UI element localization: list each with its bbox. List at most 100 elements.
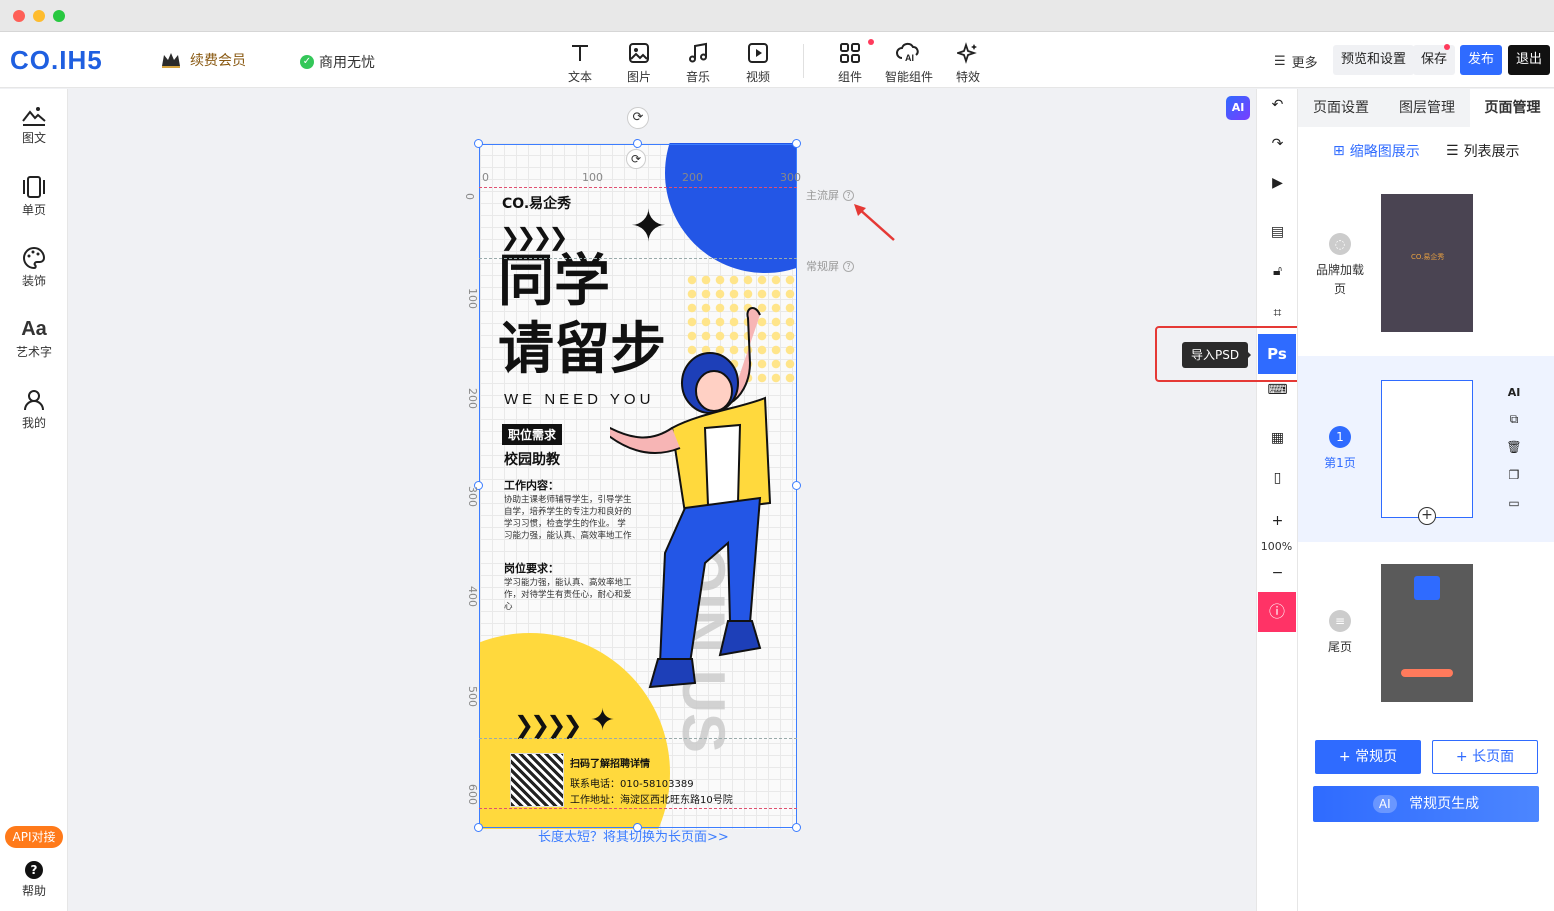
keyboard-icon[interactable]: ⌨ [1257,382,1298,398]
sidebar-item-label: 艺术字 [15,345,52,359]
loading-icon: ◌ [1329,233,1351,255]
publish-button[interactable]: 发布 [1460,45,1503,75]
trash-icon[interactable]: 🗑︎ [1504,440,1524,468]
redo-icon[interactable]: ↷ [1257,136,1298,152]
help-button[interactable]: ? 帮助 [0,861,68,899]
lock-icon[interactable]: 🔓︎ [1257,263,1298,279]
question-icon[interactable]: ? [843,189,854,201]
view-list-toggle[interactable]: ☰ 列表展示 [1446,141,1520,161]
art-text-icon: Aa [21,317,47,340]
alert-icon[interactable]: ⓘ [1258,592,1296,632]
zoom-out-icon[interactable]: − [1257,565,1298,581]
rotate-handle[interactable]: ⟳ [627,107,649,129]
tab-page-management[interactable]: 页面管理 [1470,89,1554,127]
sidebar-item-label: 装饰 [21,274,46,288]
image-icon [614,40,664,66]
save-button[interactable]: 保存 [1413,45,1456,75]
ai-chip: AI [1372,795,1397,813]
list-icon: ☰ [1274,54,1286,69]
more-menu[interactable]: ☰ 更多 [1274,52,1318,71]
document-icon: ≡ [1329,610,1351,632]
resize-handle-ne[interactable] [792,139,801,148]
commercial-badge[interactable]: ✓ 商用无忧 [300,52,375,72]
tool-ai-component[interactable]: AI 智能组件 [884,40,934,85]
resize-handle-e[interactable] [792,481,801,490]
resize-handle-se[interactable] [792,823,801,832]
ruler-left-tick: 400 [466,586,479,607]
preview-settings-button[interactable]: 预览和设置 [1333,45,1415,75]
copy-page-icon[interactable]: ▤ [1257,224,1298,240]
zoom-in-icon[interactable]: + [1257,513,1298,529]
close-window-button[interactable] [13,10,25,22]
thumb-app-icon [1414,576,1440,600]
tool-music-label: 音乐 [685,70,710,84]
scan-icon[interactable]: ⌗ [1257,305,1298,321]
app-logo[interactable]: CO.IH5 [10,44,103,76]
grid-icon[interactable]: ▦ [1257,430,1298,446]
ruler-left-tick: 100 [466,288,479,309]
ai-assistant-button[interactable]: AI [1226,96,1250,120]
tool-effects[interactable]: 特效 [943,40,993,85]
copy-icon[interactable]: ⧉ [1504,412,1524,440]
folder-icon[interactable]: ▭ [1504,496,1524,524]
user-icon [0,386,68,414]
mainstream-screen-bottom-line [479,808,797,809]
ruler-top-tick: 100 [582,171,603,184]
help-label: 帮助 [21,884,46,898]
add-normal-page-button[interactable]: + 常规页 [1315,740,1421,774]
sparkle-icon [943,40,993,66]
play-icon[interactable]: ▶ [1257,175,1298,191]
image-text-icon [0,101,68,129]
sidebar-item-art-text[interactable]: Aa 艺术字 [0,315,68,360]
maximize-window-button[interactable] [53,10,65,22]
view-thumbnail-toggle[interactable]: ⊞ 缩略图展示 [1333,141,1420,161]
vip-renew-button[interactable]: 续费会员 [160,50,246,70]
import-psd-tooltip: 导入PSD [1182,342,1252,368]
resize-handle-sw[interactable] [474,823,483,832]
page-row-1[interactable]: 1 第1页 + AI ⧉ 🗑︎ ❐ ▭ [1298,356,1554,542]
view-thumbnail-label: 缩略图展示 [1349,144,1420,160]
selection-frame[interactable] [479,144,797,828]
tab-layer-management[interactable]: 图层管理 [1384,89,1470,127]
ai-generate-page-button[interactable]: AI 常规页生成 [1313,786,1539,822]
duplicate-icon[interactable]: ❐ [1504,468,1524,496]
tool-image[interactable]: 图片 [614,40,664,85]
resize-handle-n[interactable] [633,139,642,148]
undo-icon[interactable]: ↶ [1257,97,1298,113]
rotate-handle-inner[interactable]: ⟳ [626,149,646,169]
regular-screen-text: 常规屏 [806,260,839,273]
add-page-after-button[interactable]: + [1418,507,1436,525]
ruler-top-tick: 0 [482,171,489,184]
page-ai-button[interactable]: AI [1504,386,1524,412]
vip-label: 续费会员 [190,53,246,69]
page-thumbnail[interactable]: CO.易企秀 [1381,194,1473,332]
tool-text-label: 文本 [567,70,592,84]
tool-music[interactable]: 音乐 [673,40,723,85]
regular-screen-bottom-line [479,738,797,739]
tab-page-settings[interactable]: 页面设置 [1298,89,1384,127]
mainstream-screen-label: 主流屏 ? [806,187,854,203]
exit-button[interactable]: 退出 [1508,45,1551,75]
switch-long-page-link[interactable]: 长度太短？将其切换为长页面>> [538,826,729,845]
api-integration-button[interactable]: API对接 [5,826,63,848]
page-label: ◌ 品牌加载页 [1316,233,1364,299]
sidebar-item-mine[interactable]: 我的 [0,386,68,431]
tool-text[interactable]: 文本 [555,40,605,85]
sidebar-item-image-text[interactable]: 图文 [0,101,68,146]
sidebar-item-single-page[interactable]: 单页 [0,173,68,218]
add-long-page-button[interactable]: + 长页面 [1432,740,1538,774]
resize-handle-nw[interactable] [474,139,483,148]
tool-component[interactable]: 组件 [825,40,875,85]
sidebar-item-decoration[interactable]: 装饰 [0,244,68,289]
ai-component-icon: AI [884,40,934,66]
tool-video[interactable]: 视频 [733,40,783,85]
page-row-brand-loading[interactable]: ◌ 品牌加载页 CO.易企秀 [1298,187,1554,345]
question-icon[interactable]: ? [843,260,854,272]
phone-icon[interactable]: ▯ [1257,470,1298,486]
tool-image-label: 图片 [626,70,651,84]
minimize-window-button[interactable] [33,10,45,22]
left-sidebar: 图文 单页 装饰 Aa 艺术字 我的 API对接 ? 帮助 [0,89,68,911]
page-thumbnail[interactable] [1381,380,1473,518]
page-thumbnail[interactable] [1381,564,1473,702]
page-row-end[interactable]: ≡ 尾页 [1298,556,1554,714]
